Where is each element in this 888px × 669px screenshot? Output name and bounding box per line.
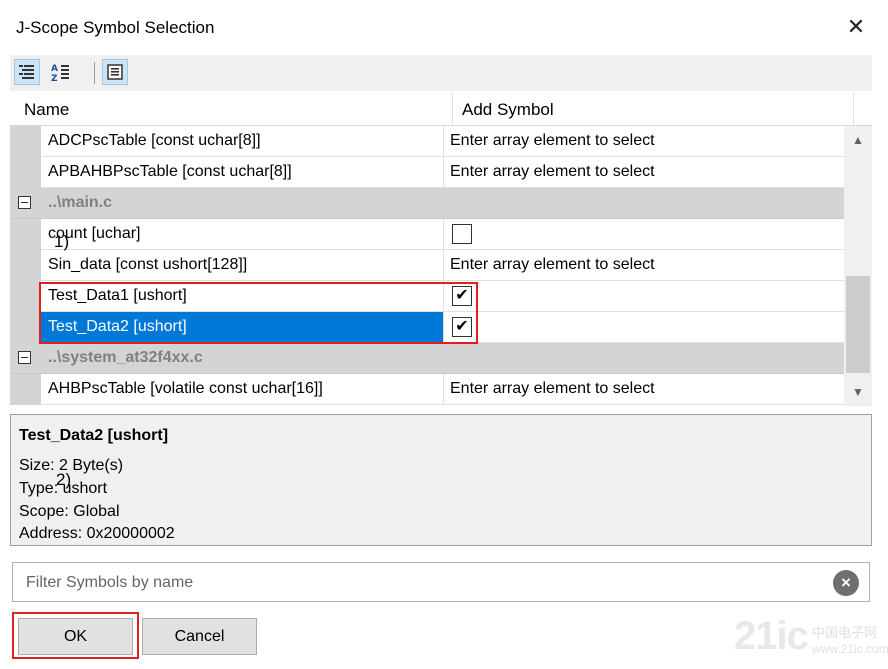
row-gutter xyxy=(10,250,41,281)
column-header-add-symbol[interactable]: Add Symbol xyxy=(462,100,554,120)
title-bar: J-Scope Symbol Selection ✕ xyxy=(0,0,888,52)
symbol-row[interactable]: Test_Data1 [ushort] ✔ xyxy=(10,281,844,312)
watermark-cn: 中国电子网 xyxy=(812,625,878,640)
categorized-icon xyxy=(19,65,34,79)
file-group-row[interactable]: ..\system_at32f4xx.c xyxy=(10,343,844,374)
clear-filter-icon[interactable]: × xyxy=(833,570,859,596)
symbol-name[interactable]: Test_Data2 [ushort] xyxy=(41,312,443,342)
row-gutter xyxy=(10,374,41,405)
add-symbol-checkbox[interactable] xyxy=(452,224,472,244)
add-symbol-cell[interactable]: Enter array element to select xyxy=(444,157,844,187)
symbol-row[interactable]: Sin_data [const ushort[128]] Enter array… xyxy=(10,250,844,281)
filter-symbols-input[interactable] xyxy=(14,564,828,602)
symbol-name[interactable]: ADCPscTable [const uchar[8]] xyxy=(41,126,443,156)
cancel-button[interactable]: Cancel xyxy=(142,618,257,655)
watermark-logo: 21ic xyxy=(734,614,809,658)
window-title: J-Scope Symbol Selection xyxy=(16,18,215,37)
watermark-url: www.21ic.com xyxy=(812,642,888,656)
file-group-label: ..\system_at32f4xx.c xyxy=(48,349,203,366)
symbol-row[interactable]: APBAHBPscTable [const uchar[8]] Enter ar… xyxy=(10,157,844,188)
file-group-label: ..\main.c xyxy=(48,194,113,211)
symbol-row-selected[interactable]: Test_Data2 [ushort] ✔ xyxy=(10,312,844,343)
add-symbol-cell[interactable] xyxy=(444,219,844,249)
add-symbol-cell[interactable]: Enter array element to select xyxy=(444,250,844,280)
symbol-name[interactable]: Test_Data1 [ushort] xyxy=(41,281,443,311)
close-button[interactable]: ✕ xyxy=(842,13,870,41)
ok-button[interactable]: OK xyxy=(18,618,133,655)
symbol-row[interactable]: ADCPscTable [const uchar[8]] Enter array… xyxy=(10,126,844,157)
sort-alphabetical-button[interactable]: A Z xyxy=(48,59,74,85)
toolbar: A Z xyxy=(10,55,872,91)
add-symbol-checkbox[interactable]: ✔ xyxy=(452,286,472,306)
collapse-toggle-icon[interactable] xyxy=(18,196,31,209)
row-gutter xyxy=(10,219,41,250)
row-gutter xyxy=(10,312,41,343)
info-symbol-title: Test_Data2 [ushort] xyxy=(19,427,169,444)
add-symbol-checkbox[interactable]: ✔ xyxy=(452,317,472,337)
properties-icon xyxy=(107,64,123,80)
scroll-up-icon[interactable]: ▲ xyxy=(844,126,872,154)
add-symbol-cell[interactable]: ✔ xyxy=(444,312,844,342)
grid-header: Name Add Symbol xyxy=(10,93,872,126)
symbol-name[interactable]: count [uchar] xyxy=(41,219,443,249)
column-header-name[interactable]: Name xyxy=(24,100,69,120)
row-gutter xyxy=(10,281,41,312)
symbol-row[interactable]: AHBPscTable [volatile const uchar[16]] E… xyxy=(10,374,844,405)
row-gutter xyxy=(10,126,41,157)
categorized-view-button[interactable] xyxy=(14,59,40,85)
column-divider[interactable] xyxy=(452,93,453,126)
sort-alpha-icon: A Z xyxy=(51,64,69,84)
filter-box: × xyxy=(12,562,870,602)
add-symbol-cell[interactable]: Enter array element to select xyxy=(444,374,844,404)
properties-page-button[interactable] xyxy=(102,59,128,85)
row-gutter xyxy=(10,157,41,188)
symbol-row[interactable]: count [uchar] xyxy=(10,219,844,250)
info-address: Address: 0x20000002 xyxy=(19,525,175,542)
svg-text:Z: Z xyxy=(51,74,58,84)
symbol-name[interactable]: Sin_data [const ushort[128]] xyxy=(41,250,443,280)
symbol-name[interactable]: APBAHBPscTable [const uchar[8]] xyxy=(41,157,443,187)
scroll-down-icon[interactable]: ▼ xyxy=(844,378,872,406)
add-symbol-cell[interactable]: Enter array element to select xyxy=(444,126,844,156)
add-symbol-cell[interactable]: ✔ xyxy=(444,281,844,311)
symbol-info-panel: Test_Data2 [ushort] Size: 2 Byte(s) Type… xyxy=(10,414,872,546)
toolbar-separator xyxy=(94,62,95,84)
annotation-label-2: 2) xyxy=(56,470,72,489)
svg-text:A: A xyxy=(51,64,58,74)
collapse-toggle-icon[interactable] xyxy=(18,351,31,364)
vertical-scrollbar[interactable]: ▲ ▼ xyxy=(844,126,872,406)
scrollbar-thumb[interactable] xyxy=(846,276,870,373)
annotation-label-1: 1) xyxy=(54,232,70,251)
symbol-grid: ADCPscTable [const uchar[8]] Enter array… xyxy=(10,126,844,406)
column-divider[interactable] xyxy=(853,93,854,126)
info-scope: Scope: Global xyxy=(19,503,120,520)
file-group-row[interactable]: ..\main.c xyxy=(10,188,844,219)
symbol-name[interactable]: AHBPscTable [volatile const uchar[16]] xyxy=(41,374,443,404)
